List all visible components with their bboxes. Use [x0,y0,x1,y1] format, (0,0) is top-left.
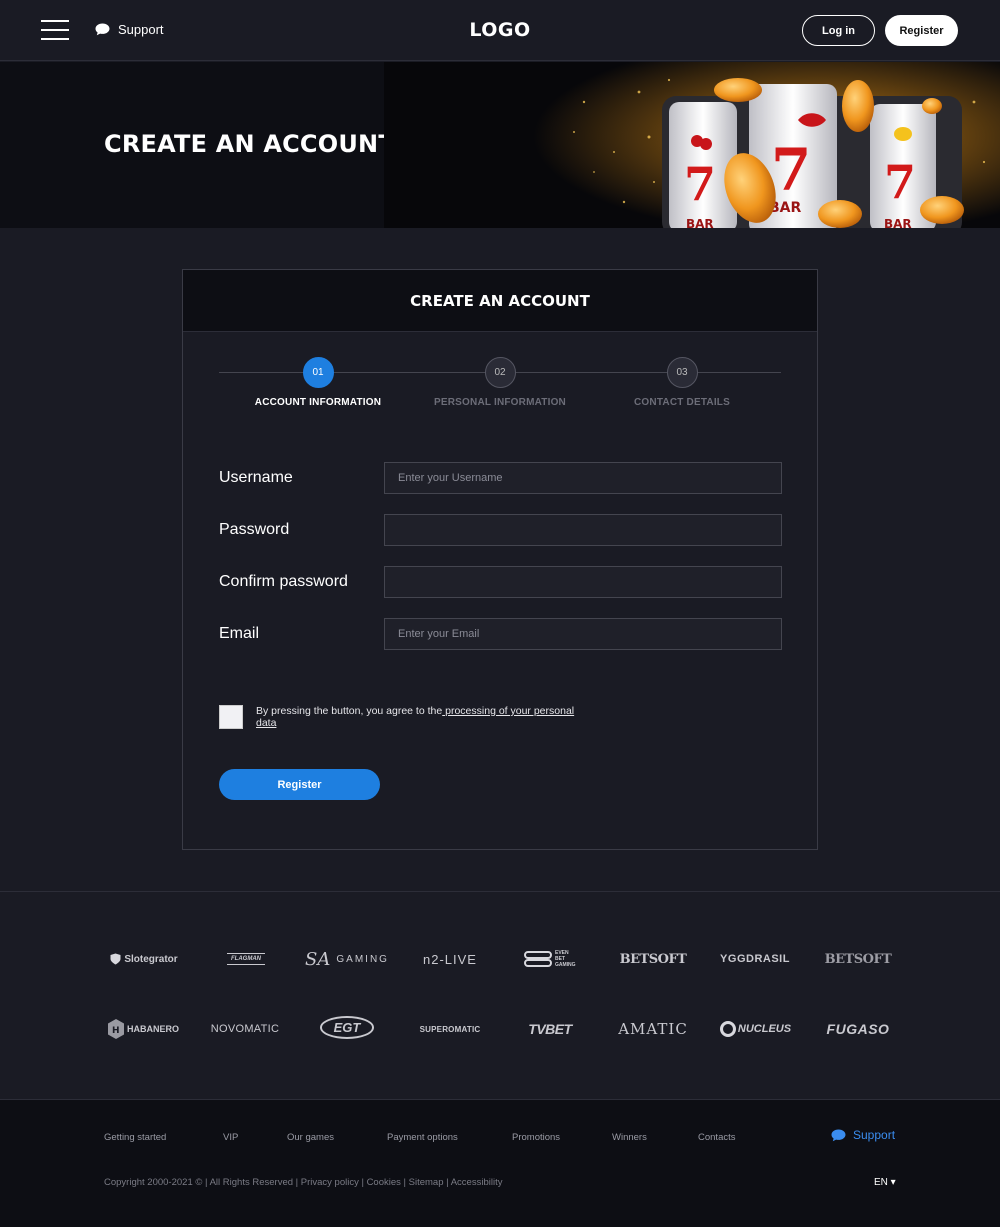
svg-text:7: 7 [684,157,716,211]
password-input[interactable] [384,514,782,546]
svg-text:7: 7 [771,136,811,204]
provider-logo-nucleus: NUCLEUS [716,1014,794,1044]
provider-name: HABANERO [126,1024,179,1034]
footer-link-vip[interactable]: VIP [223,1132,238,1143]
footer-link-our-games[interactable]: Our games [287,1132,334,1143]
sa-mark-icon: SA [305,948,331,970]
login-button[interactable]: Log in [802,15,875,46]
top-header: Support LOGO Log in Register [0,0,1000,61]
username-label: Username [219,469,293,486]
provider-name: AMATIC [618,1020,688,1038]
provider-logo-flagman: FLAGMAN [222,944,270,974]
provider-logo-tvbet: TVBET [516,1014,584,1044]
confirm-password-label: Confirm password [219,573,348,590]
provider-name: NOVOMATIC [210,1023,280,1035]
footer-link-promotions[interactable]: Promotions [512,1132,560,1143]
consent-text: By pressing the button, you agree to the… [256,705,586,729]
site-footer: Getting started VIP Our games Payment op… [0,1099,1000,1227]
provider-name: n2-LIVE [423,951,477,967]
provider-name: FLAGMAN [227,953,265,965]
form-header: CREATE AN ACCOUNT [183,270,817,332]
provider-name: NUCLEUS [737,1023,792,1035]
registration-form: CREATE AN ACCOUNT 01 ACCOUNT INFORMATION… [182,269,818,850]
step-personal-information[interactable]: 02 PERSONAL INFORMATION [420,357,580,408]
provider-name: EVEN BET GAMING [555,950,576,968]
footer-support-link[interactable]: Support [831,1128,895,1142]
register-submit-button[interactable]: Register [219,769,380,800]
password-label: Password [219,521,290,538]
provider-logo-habanero: H HABANERO [104,1014,182,1044]
step-label: CONTACT DETAILS [634,397,730,408]
provider-name: SUPEROMATIC [419,1024,481,1034]
nucleus-ring-icon [719,1021,736,1037]
confirm-password-row: Confirm password [219,566,782,598]
support-link[interactable]: Support [95,22,164,37]
provider-logo-slotegrator: Slotegrator [104,944,184,974]
menu-icon[interactable] [41,19,69,41]
provider-logo-betsoft-2: BETSOFT [825,944,892,974]
footer-link-payment-options[interactable]: Payment options [387,1132,458,1143]
provider-name: EGT [319,1015,375,1039]
consent-prefix: By pressing the button, you agree to the [256,705,443,717]
provider-logo-egt: EGT [312,1004,382,1050]
footer-link-winners[interactable]: Winners [612,1132,647,1143]
provider-logo-yggdrasil: YGGDRASIL [715,944,795,974]
svg-text:7: 7 [884,155,916,209]
svg-text:BAR: BAR [884,217,912,228]
provider-name: BETSOFT [824,951,892,967]
step-contact-details[interactable]: 03 CONTACT DETAILS [602,357,762,408]
provider-name: Slotegrator [124,953,178,965]
language-selector[interactable]: EN ▾ [874,1177,896,1188]
step-label: PERSONAL INFORMATION [434,397,566,408]
footer-support-label: Support [853,1128,896,1142]
slot-machine-image: 7 7 7 BAR BAR BAR [384,62,1000,228]
consent-checkbox[interactable] [219,705,243,729]
username-row: Username [219,462,782,494]
confirm-password-input[interactable] [384,566,782,598]
password-row: Password [219,514,782,546]
support-label: Support [118,22,164,37]
provider-logo-amatic: AMATIC [618,1014,688,1044]
provider-logo-novomatic: NOVOMATIC [210,1014,280,1044]
hexagon-icon: H [107,1019,124,1039]
provider-logo-fugaso: FUGASO [819,1014,897,1044]
footer-link-getting-started[interactable]: Getting started [104,1132,166,1143]
email-label: Email [219,625,260,642]
form-title: CREATE AN ACCOUNT [410,292,590,310]
hero-title: CREATE AN ACCOUNT [104,130,395,158]
email-input[interactable] [384,618,782,650]
provider-name: BETSOFT [619,951,687,967]
provider-name: GAMING [336,953,389,965]
provider-logo-n2-live: n2-LIVE [413,944,487,974]
email-row: Email [219,618,782,650]
shield-icon [110,953,121,965]
svg-text:H: H [112,1026,120,1036]
footer-link-contacts[interactable]: Contacts [698,1132,736,1143]
provider-name: YGGDRASIL [720,953,790,965]
provider-logo-evenbet: EVEN BET GAMING [524,944,580,974]
provider-name: FUGASO [826,1021,890,1037]
hero-banner: CREATE AN ACCOUNT 7 7 7 BAR BAR BAR [0,62,1000,228]
provider-name: TVBET [528,1021,572,1037]
evenbet-mark-icon [524,951,552,967]
header-register-button[interactable]: Register [885,15,958,46]
copyright-text: Copyright 2000-2021 © | All Rights Reser… [104,1177,503,1188]
chat-bubble-icon [95,23,110,36]
step-number: 03 [666,357,698,388]
step-account-information[interactable]: 01 ACCOUNT INFORMATION [238,357,398,408]
chat-bubble-icon [831,1129,846,1141]
provider-logo-sa-gaming: SA GAMING [305,944,389,974]
step-number: 02 [484,357,516,388]
providers-strip: Slotegrator FLAGMAN SA GAMING n2-LIVE EV… [0,891,1000,1099]
provider-logo-betsoft: BETSOFT [620,944,687,974]
step-label: ACCOUNT INFORMATION [254,397,382,408]
provider-logo-superomatic: SUPEROMATIC [414,1014,486,1044]
svg-text:BAR: BAR [686,217,714,228]
username-input[interactable] [384,462,782,494]
step-number: 01 [302,357,334,388]
